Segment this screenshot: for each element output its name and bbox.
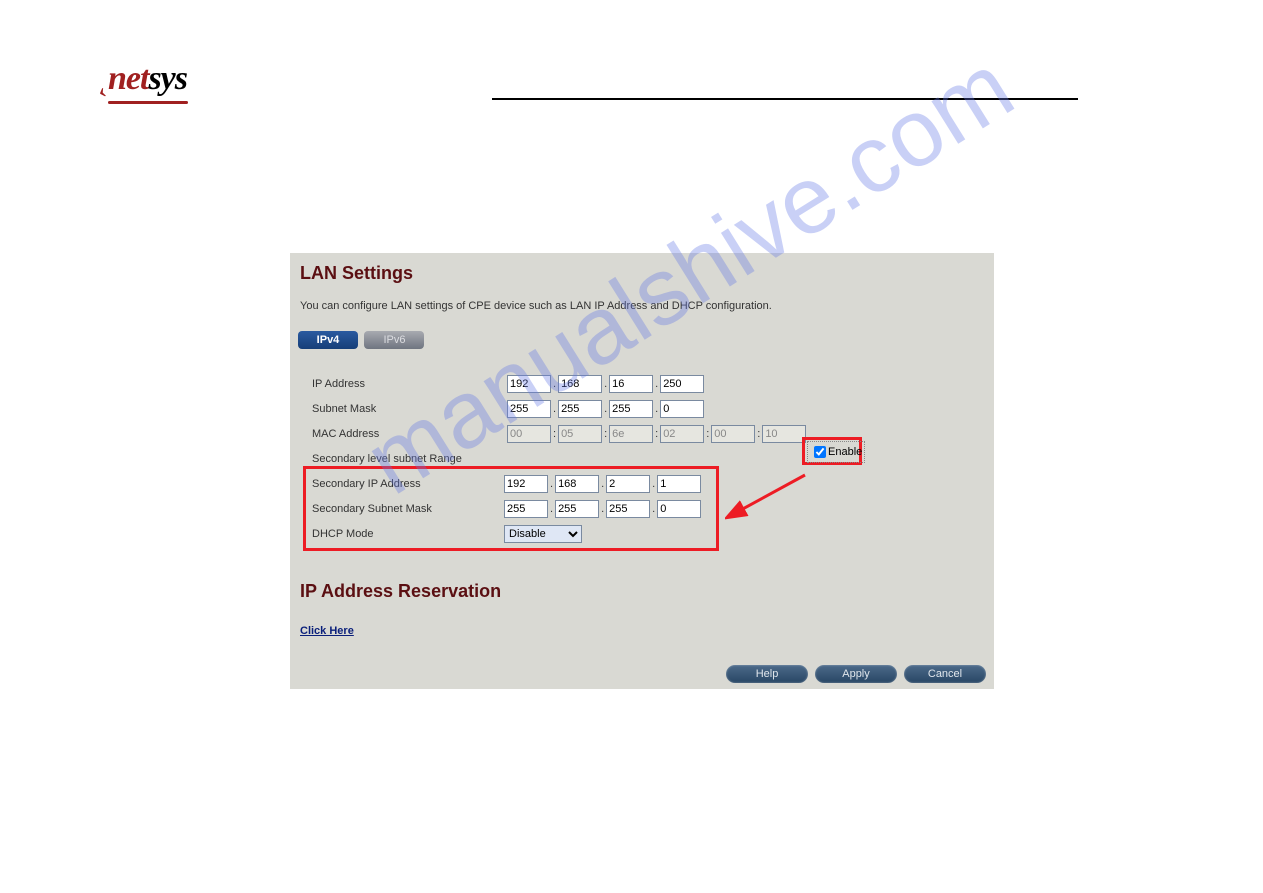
mac-octet-2	[558, 425, 602, 443]
ip-address-octet-2[interactable]	[558, 375, 602, 393]
dot-separator: .	[653, 378, 660, 390]
ip-address-octet-4[interactable]	[660, 375, 704, 393]
secondary-highlight-box: Secondary IP Address . . . Secondary Sub…	[303, 466, 719, 551]
secondary-mask-octet-3[interactable]	[606, 500, 650, 518]
dot-separator: .	[599, 503, 606, 515]
dot-separator: .	[602, 378, 609, 390]
lan-form: IP Address . . . Subnet Mask . . . MAC A…	[290, 371, 994, 471]
mac-octet-6	[762, 425, 806, 443]
row-subnet-mask: Subnet Mask . . .	[290, 396, 994, 421]
tab-ipv4[interactable]: IPv4	[298, 331, 358, 349]
logo-red: net	[108, 60, 148, 97]
lan-settings-panel: LAN Settings You can configure LAN setti…	[290, 253, 994, 689]
dot-separator: .	[650, 478, 657, 490]
secondary-ip-octet-1[interactable]	[504, 475, 548, 493]
cancel-button[interactable]: Cancel	[904, 665, 986, 683]
colon-separator: :	[755, 428, 762, 440]
logo-black: sys	[148, 60, 187, 97]
secondary-ip-octet-2[interactable]	[555, 475, 599, 493]
dot-separator: .	[653, 403, 660, 415]
secondary-range-label: Secondary level subnet Range	[312, 453, 507, 465]
subnet-mask-octet-1[interactable]	[507, 400, 551, 418]
mac-octet-5	[711, 425, 755, 443]
colon-separator: :	[602, 428, 609, 440]
subnet-mask-octet-3[interactable]	[609, 400, 653, 418]
colon-separator: :	[704, 428, 711, 440]
ip-address-octet-1[interactable]	[507, 375, 551, 393]
click-here-link[interactable]: Click Here	[300, 625, 354, 637]
secondary-ip-label: Secondary IP Address	[312, 478, 504, 490]
secondary-ip-octet-4[interactable]	[657, 475, 701, 493]
enable-label: Enable	[828, 446, 862, 458]
header-rule	[492, 98, 1078, 100]
subnet-mask-label: Subnet Mask	[312, 403, 507, 415]
dot-separator: .	[551, 378, 558, 390]
apply-button[interactable]: Apply	[815, 665, 897, 683]
dot-separator: .	[599, 478, 606, 490]
help-button[interactable]: Help	[726, 665, 808, 683]
mac-address-label: MAC Address	[312, 428, 507, 440]
row-ip-address: IP Address . . .	[290, 371, 994, 396]
annotation-arrow-icon	[725, 469, 815, 529]
dhcp-mode-label: DHCP Mode	[312, 528, 504, 540]
secondary-mask-octet-1[interactable]	[504, 500, 548, 518]
dot-separator: .	[650, 503, 657, 515]
secondary-mask-octet-4[interactable]	[657, 500, 701, 518]
subnet-mask-octet-4[interactable]	[660, 400, 704, 418]
secondary-mask-octet-2[interactable]	[555, 500, 599, 518]
enable-checkbox[interactable]	[814, 446, 826, 458]
secondary-mask-label: Secondary Subnet Mask	[312, 503, 504, 515]
ip-address-label: IP Address	[312, 378, 507, 390]
action-button-bar: Help Apply Cancel	[726, 665, 986, 683]
dot-separator: .	[551, 403, 558, 415]
ip-version-tabs: IPv4 IPv6	[298, 330, 994, 349]
row-mac-address: MAC Address : : : : :	[290, 421, 994, 446]
colon-separator: :	[653, 428, 660, 440]
dhcp-mode-select[interactable]: Disable	[504, 525, 582, 543]
dot-separator: .	[548, 478, 555, 490]
row-secondary-mask: Secondary Subnet Mask . . .	[306, 496, 716, 521]
dot-separator: .	[548, 503, 555, 515]
ip-reservation-title: IP Address Reservation	[300, 581, 501, 602]
mac-octet-1	[507, 425, 551, 443]
enable-checkbox-wrap: Enable	[807, 441, 865, 463]
row-secondary-ip: Secondary IP Address . . .	[306, 471, 716, 496]
secondary-ip-octet-3[interactable]	[606, 475, 650, 493]
page-description: You can configure LAN settings of CPE de…	[290, 284, 994, 312]
page-title: LAN Settings	[290, 253, 994, 284]
mac-octet-4	[660, 425, 704, 443]
tab-ipv6[interactable]: IPv6	[364, 331, 424, 349]
brand-logo: ‹ netsys	[108, 60, 187, 98]
enable-highlight-box: Enable	[802, 437, 862, 465]
colon-separator: :	[551, 428, 558, 440]
row-dhcp-mode: DHCP Mode Disable	[306, 521, 716, 546]
mac-octet-3	[609, 425, 653, 443]
subnet-mask-octet-2[interactable]	[558, 400, 602, 418]
ip-address-octet-3[interactable]	[609, 375, 653, 393]
dot-separator: .	[602, 403, 609, 415]
